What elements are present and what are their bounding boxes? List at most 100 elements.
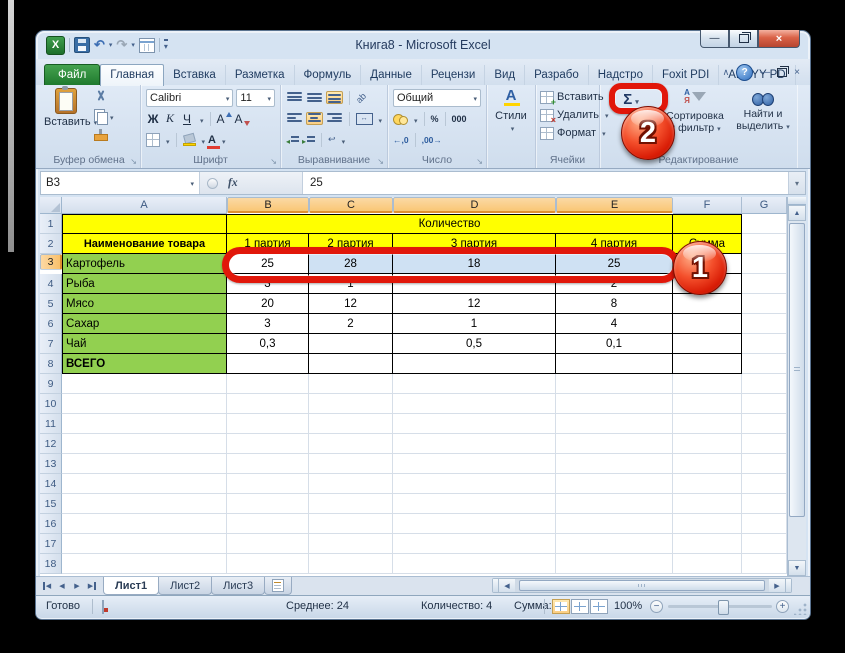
row-header-2[interactable]: 2: [40, 234, 62, 254]
zoom-slider-thumb[interactable]: [718, 600, 729, 615]
wrap-text-icon[interactable]: [328, 134, 336, 145]
cell[interactable]: [309, 434, 393, 454]
cell[interactable]: [393, 434, 556, 454]
normal-view-button[interactable]: [552, 599, 570, 614]
row-header-3[interactable]: 3: [40, 254, 62, 270]
number-format-select[interactable]: Общий: [393, 89, 481, 107]
cell[interactable]: [227, 474, 309, 494]
col-header-B[interactable]: B: [227, 197, 309, 213]
workbook-minimize-icon[interactable]: —: [760, 67, 770, 78]
cell[interactable]: [62, 494, 227, 514]
col-header-C[interactable]: C: [309, 197, 393, 213]
cell[interactable]: [393, 474, 556, 494]
cell[interactable]: [393, 554, 556, 574]
cell-F8[interactable]: [673, 354, 742, 374]
fill-color-icon[interactable]: [183, 134, 196, 146]
zoom-slider[interactable]: [668, 605, 772, 608]
cell-A7[interactable]: Чай: [62, 334, 227, 354]
minimize-button[interactable]: —: [700, 30, 729, 48]
cell-D8[interactable]: [393, 354, 556, 374]
cell[interactable]: [393, 494, 556, 514]
cell[interactable]: [393, 534, 556, 554]
increase-indent-button[interactable]: [302, 131, 315, 149]
cell-A6[interactable]: Сахар: [62, 314, 227, 334]
cell[interactable]: [227, 414, 309, 434]
paste-button[interactable]: Вставить: [44, 88, 88, 128]
cell-C8[interactable]: [309, 354, 393, 374]
horizontal-scroll-thumb[interactable]: [519, 580, 765, 591]
cell[interactable]: [393, 394, 556, 414]
cell[interactable]: [673, 434, 742, 454]
cell[interactable]: [227, 454, 309, 474]
workbook-restore-icon[interactable]: [777, 68, 787, 77]
row-header-6[interactable]: 6: [40, 314, 62, 334]
row-header[interactable]: 16: [40, 514, 62, 534]
name-box[interactable]: B3: [41, 172, 200, 194]
cell-E8[interactable]: [556, 354, 673, 374]
col-header-D[interactable]: D: [393, 197, 556, 213]
align-center-button[interactable]: [306, 112, 323, 125]
help-icon[interactable]: ?: [736, 64, 753, 81]
row-header[interactable]: 12: [40, 434, 62, 454]
zoom-out-button[interactable]: −: [650, 600, 663, 613]
scroll-left-icon[interactable]: ◀: [499, 579, 515, 592]
zoom-in-button[interactable]: +: [776, 600, 789, 613]
sheet-tab-list1[interactable]: Лист1: [103, 577, 159, 595]
cell[interactable]: [556, 374, 673, 394]
cell[interactable]: [62, 554, 227, 574]
cell-D7[interactable]: 0,5: [393, 334, 556, 354]
prev-sheet-icon[interactable]: [55, 580, 69, 593]
increase-decimal-button[interactable]: ←,0: [393, 135, 409, 145]
formula-options-icon[interactable]: [207, 178, 218, 189]
insert-function-button[interactable]: fx: [228, 177, 238, 189]
cell-D5[interactable]: 12: [393, 294, 556, 314]
comma-format-button[interactable]: 000: [452, 114, 467, 124]
split-box[interactable]: [788, 197, 806, 205]
cell-B7[interactable]: 0,3: [227, 334, 309, 354]
font-size-select[interactable]: 11: [236, 89, 275, 107]
last-sheet-icon[interactable]: [85, 580, 99, 593]
align-bottom-button[interactable]: [326, 91, 343, 104]
format-painter-button[interactable]: [94, 127, 114, 142]
page-layout-view-button[interactable]: [571, 599, 589, 614]
macro-record-icon[interactable]: [102, 600, 104, 614]
cell-G2[interactable]: [742, 234, 787, 254]
copy-button[interactable]: [94, 108, 114, 123]
cell[interactable]: [227, 514, 309, 534]
row-header[interactable]: 13: [40, 454, 62, 474]
cell-B8[interactable]: [227, 354, 309, 374]
col-header-E[interactable]: E: [556, 197, 673, 213]
row-header-7[interactable]: 7: [40, 334, 62, 354]
cell[interactable]: [62, 514, 227, 534]
align-left-button[interactable]: [286, 112, 303, 125]
cell-G5[interactable]: [742, 294, 787, 314]
formula-input[interactable]: 25: [303, 172, 788, 194]
cell-A1[interactable]: [62, 214, 227, 234]
cell[interactable]: [742, 514, 787, 534]
font-dialog-launcher-icon[interactable]: ↘: [270, 157, 277, 166]
cell[interactable]: [309, 494, 393, 514]
cell[interactable]: [62, 454, 227, 474]
cell[interactable]: [227, 434, 309, 454]
tab-review[interactable]: Рецензи: [422, 65, 485, 85]
align-top-button[interactable]: [286, 91, 303, 104]
cell-G7[interactable]: [742, 334, 787, 354]
delete-cells-button[interactable]: Удалить: [536, 106, 599, 124]
cell[interactable]: [742, 414, 787, 434]
tab-foxit[interactable]: Foxit PDI: [653, 65, 719, 85]
cell[interactable]: [227, 494, 309, 514]
font-family-select[interactable]: Calibri: [146, 89, 233, 107]
row-header[interactable]: 15: [40, 494, 62, 514]
cell[interactable]: [227, 394, 309, 414]
cell-A2[interactable]: Наименование товара: [62, 234, 227, 254]
cell[interactable]: [556, 394, 673, 414]
orientation-icon[interactable]: [354, 90, 368, 104]
clipboard-dialog-launcher-icon[interactable]: ↘: [130, 157, 137, 166]
cell[interactable]: [673, 554, 742, 574]
cell-B6[interactable]: 3: [227, 314, 309, 334]
zoom-level[interactable]: 100%: [614, 600, 642, 612]
percent-format-button[interactable]: %: [431, 114, 439, 124]
row-header-1[interactable]: 1: [40, 214, 62, 234]
cell[interactable]: [309, 374, 393, 394]
cell-C6[interactable]: 2: [309, 314, 393, 334]
